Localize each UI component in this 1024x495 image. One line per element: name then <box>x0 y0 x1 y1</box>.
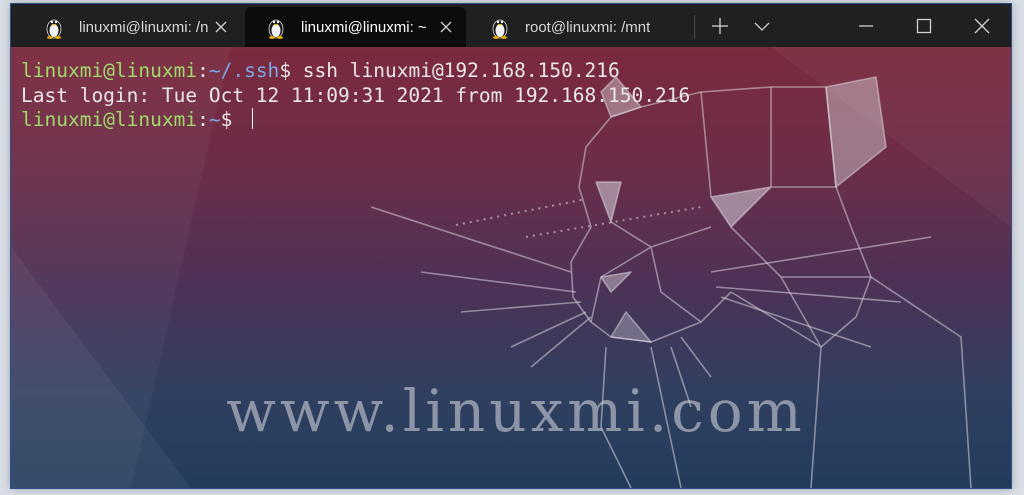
tab-separator <box>694 15 695 39</box>
maximize-icon <box>916 18 932 34</box>
tux-icon <box>46 19 62 39</box>
close-icon <box>974 18 990 34</box>
tab-dropdown-button[interactable] <box>745 10 779 42</box>
tux-icon <box>492 19 508 39</box>
tab-label: linuxmi@linuxmi: ~ <box>301 18 427 36</box>
new-tab-button[interactable] <box>703 10 737 42</box>
tab-2[interactable]: linuxmi@linuxmi: ~ <box>245 7 466 47</box>
new-tab-icon <box>712 18 728 34</box>
prompt-user: linuxmi@linuxmi <box>21 59 198 82</box>
close-window-button[interactable] <box>965 10 999 42</box>
minimize-button[interactable] <box>849 10 883 42</box>
close-tab-icon[interactable] <box>438 19 454 35</box>
prompt-path: ~ <box>208 108 221 131</box>
text-cursor <box>252 108 254 129</box>
command-text: ssh linuxmi@192.168.150.216 <box>291 59 620 82</box>
tab-3[interactable]: root@linuxmi: /mnt <box>469 7 679 47</box>
tab-label: root@linuxmi: /mnt <box>525 18 651 36</box>
close-tab-icon[interactable] <box>213 19 229 35</box>
dropdown-chevron-icon <box>754 22 770 31</box>
prompt-colon: : <box>197 59 209 82</box>
prompt-symbol: $ <box>279 59 292 82</box>
last-login-line: Last login: Tue Oct 12 11:09:31 2021 fro… <box>21 83 691 107</box>
terminal-window: linuxmi@linuxmi: /n linuxmi@linuxmi: ~ r… <box>11 4 1011 488</box>
tab-1[interactable]: linuxmi@linuxmi: /n <box>23 7 241 47</box>
prompt-colon: : <box>197 108 209 131</box>
prompt-path: ~/.ssh <box>208 59 280 82</box>
tab-label: linuxmi@linuxmi: /n <box>79 18 209 36</box>
title-bar: linuxmi@linuxmi: /n linuxmi@linuxmi: ~ r… <box>11 4 1011 47</box>
watermark-text: www.linuxmi.com <box>226 377 806 445</box>
tux-icon <box>268 19 284 39</box>
maximize-button[interactable] <box>907 10 941 42</box>
prompt-user: linuxmi@linuxmi <box>21 108 198 131</box>
terminal-pane[interactable]: linuxmi@linuxmi:~/.ssh$ ssh linuxmi@192.… <box>11 47 1011 488</box>
terminal-output: linuxmi@linuxmi:~/.ssh$ ssh linuxmi@192.… <box>21 59 690 133</box>
minimize-icon <box>859 25 873 27</box>
prompt-symbol: $ <box>220 108 245 131</box>
